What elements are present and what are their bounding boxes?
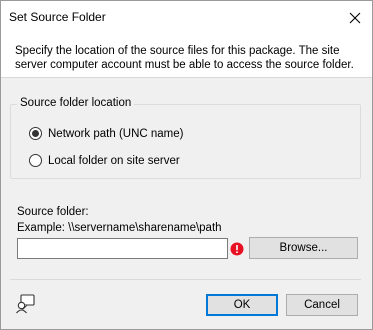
source-folder-label: Source folder: [17,206,89,218]
group-label: Source folder location [17,97,135,109]
source-folder-location-group [10,104,361,179]
dialog-title: Set Source Folder [9,10,106,24]
local-folder-radio[interactable]: Local folder on site server [29,154,180,167]
description-panel: Specify the location of the source files… [1,34,372,78]
set-source-folder-dialog: Set Source Folder Specify the location o… [0,0,373,330]
close-icon [349,12,361,23]
footer-divider [10,279,361,280]
error-icon [230,242,244,256]
network-path-radio[interactable]: Network path (UNC name) [29,127,183,140]
help-icon[interactable] [15,292,37,314]
network-path-label: Network path (UNC name) [48,127,184,140]
radio-button-checked[interactable] [29,127,42,140]
close-button[interactable] [338,1,372,34]
browse-button[interactable]: Browse... [249,237,358,259]
ok-button[interactable]: OK [206,294,278,316]
source-folder-input[interactable] [17,238,228,259]
example-text: Example: \\servername\sharename\path [17,222,222,234]
radio-button-unchecked[interactable] [29,154,42,167]
title-bar: Set Source Folder [1,1,372,34]
local-folder-label: Local folder on site server [48,154,180,167]
description-text: Specify the location of the source files… [15,45,354,71]
cancel-button[interactable]: Cancel [286,294,358,316]
